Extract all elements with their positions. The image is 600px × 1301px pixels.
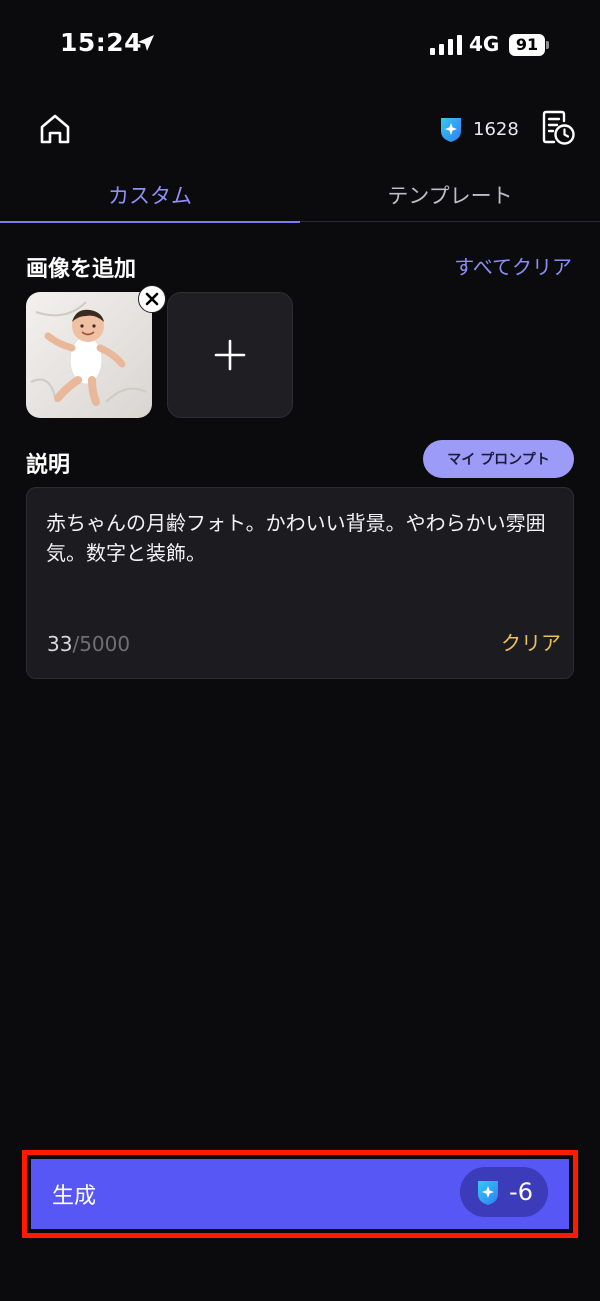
plus-icon bbox=[214, 339, 246, 371]
battery-icon: 91 bbox=[509, 34, 545, 56]
character-counter: 33/5000 bbox=[47, 632, 130, 656]
tab-custom[interactable]: カスタム bbox=[0, 168, 300, 223]
uploaded-image-thumbnail[interactable] bbox=[26, 292, 152, 418]
generate-label: 生成 bbox=[52, 1184, 97, 1209]
location-arrow-icon bbox=[138, 35, 154, 51]
credit-gem-icon bbox=[441, 118, 461, 142]
character-count: 33 bbox=[47, 632, 73, 656]
status-bar: 15:24 4G 91 bbox=[0, 0, 600, 90]
history-icon[interactable] bbox=[540, 110, 576, 146]
character-limit: /5000 bbox=[72, 632, 131, 656]
tab-template[interactable]: テンプレート bbox=[300, 168, 600, 222]
description-input[interactable]: 赤ちゃんの月齢フォト。かわいい背景。やわらかい雰囲気。数字と装飾。 33/500… bbox=[26, 487, 574, 679]
battery-tip bbox=[546, 41, 549, 49]
home-icon[interactable] bbox=[36, 110, 74, 148]
description-text: 赤ちゃんの月齢フォト。かわいい背景。やわらかい雰囲気。数字と装飾。 bbox=[46, 511, 546, 565]
generate-cost-value: -6 bbox=[509, 1178, 533, 1206]
generate-button[interactable]: 生成 -6 bbox=[31, 1159, 569, 1229]
add-image-title: 画像を追加 bbox=[26, 257, 137, 282]
tab-bar: カスタム テンプレート bbox=[0, 168, 600, 223]
cellular-signal-icon bbox=[430, 35, 462, 55]
clear-all-button[interactable]: すべてクリア bbox=[454, 251, 572, 280]
baby-photo-image bbox=[26, 292, 152, 418]
my-prompt-button[interactable]: マイ プロンプト bbox=[423, 440, 574, 478]
description-title: 説明 bbox=[26, 453, 71, 478]
close-icon bbox=[145, 292, 159, 306]
add-image-button[interactable] bbox=[167, 292, 293, 418]
generate-cost: -6 bbox=[460, 1167, 548, 1217]
remove-image-button[interactable] bbox=[138, 285, 166, 313]
credit-gem-icon bbox=[478, 1181, 499, 1205]
clear-description-button[interactable]: クリア bbox=[501, 627, 561, 656]
credits-count: 1628 bbox=[473, 118, 519, 140]
network-type: 4G bbox=[469, 32, 500, 56]
credits-balance: 1628 bbox=[438, 114, 519, 144]
status-time: 15:24 bbox=[60, 28, 143, 57]
screen: 15:24 4G 91 1628 カスタム テンプレート 画像を追加 すべてクリ… bbox=[0, 0, 600, 1301]
